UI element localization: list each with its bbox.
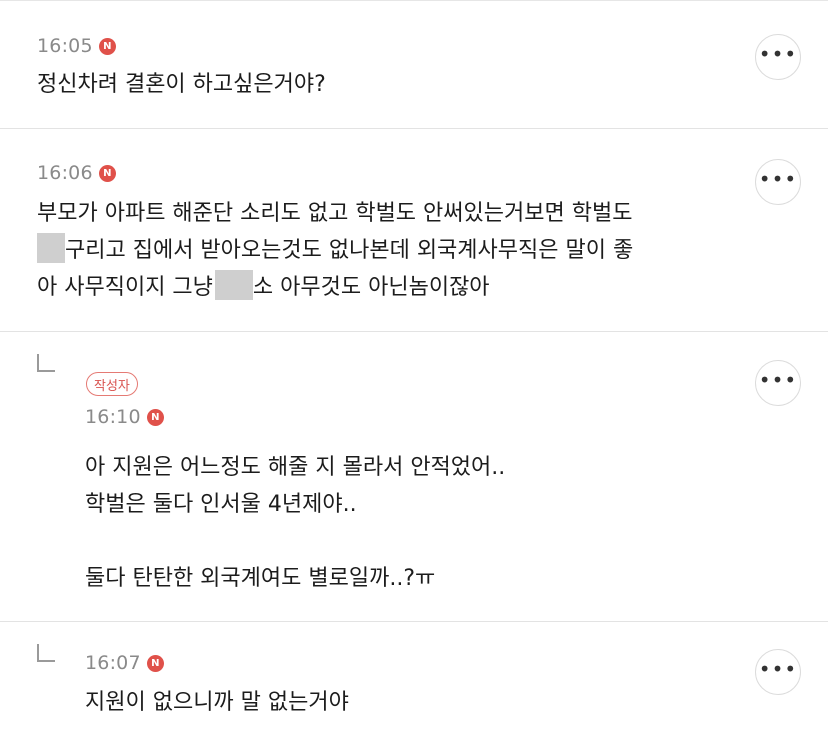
comment-line: 아 사무직이지 그냥 소 아무것도 아닌놈이잖아 [37, 269, 633, 306]
comment-body: 지원이 없으니까 말 없는거야 [85, 684, 349, 721]
comment-line: 둘다 탄탄한 외국계여도 별로일까..?ㅠ [85, 566, 436, 591]
more-options-button[interactable]: ••• [755, 649, 801, 695]
comment-time: 16:06 [37, 162, 93, 184]
reply-arrow-icon [37, 354, 55, 372]
more-dots-icon: ••• [758, 368, 798, 392]
author-badge: 작성자 [86, 372, 138, 396]
comment-line-text: 아 사무직이지 그냥 [37, 275, 213, 300]
comment-item: 16:05 N 정신차려 결혼이 하고싶은거야? ••• [0, 0, 828, 129]
comment-body: 부모가 아파트 해준단 소리도 없고 학벌도 안써있는거보면 학벌도 구리고 집… [37, 195, 633, 306]
more-options-button[interactable]: ••• [755, 34, 801, 80]
comment-line: 구리고 집에서 받아오는것도 없나본데 외국계사무직은 말이 좋 [37, 232, 633, 269]
more-dots-icon: ••• [758, 167, 798, 191]
comment-line: 정신차려 결혼이 하고싶은거야? [37, 72, 326, 97]
comment-meta: 16:10 N [85, 406, 164, 428]
comment-line-text: 소 아무것도 아닌놈이잖아 [252, 275, 490, 300]
more-dots-icon: ••• [758, 657, 798, 681]
more-options-button[interactable]: ••• [755, 159, 801, 205]
comment-meta: 16:07 N [85, 652, 164, 674]
comment-meta: 16:05 N [37, 35, 116, 57]
more-options-button[interactable]: ••• [755, 360, 801, 406]
comment-line: 부모가 아파트 해준단 소리도 없고 학벌도 안써있는거보면 학벌도 [37, 201, 633, 226]
comment-body: 정신차려 결혼이 하고싶은거야? [37, 66, 326, 103]
comment-time: 16:07 [85, 652, 141, 674]
comment-line [85, 523, 505, 560]
comment-line: 지원이 없으니까 말 없는거야 [85, 690, 349, 715]
comment-line-text: 구리고 집에서 받아오는것도 없나본데 외국계사무직은 말이 좋 [65, 238, 634, 263]
comment-body: 아 지원은 어느정도 해줄 지 몰라서 안적었어.. 학벌은 둘다 인서울 4년… [85, 449, 505, 597]
new-badge: N [98, 164, 116, 182]
comment-line: 학벌은 둘다 인서울 4년제야.. [85, 492, 357, 517]
new-badge: N [146, 408, 164, 426]
comment-time: 16:05 [37, 35, 93, 57]
new-badge: N [98, 37, 116, 55]
reply-arrow-icon [37, 644, 55, 662]
new-badge: N [146, 654, 164, 672]
comment-item: 16:06 N 부모가 아파트 해준단 소리도 없고 학벌도 안써있는거보면 학… [0, 129, 828, 332]
reply-item: 16:07 N 지원이 없으니까 말 없는거야 ••• [0, 622, 828, 750]
redacted-block [214, 270, 253, 300]
reply-item: 작성자 16:10 N 아 지원은 어느정도 해줄 지 몰라서 안적었어.. 학… [0, 332, 828, 622]
more-dots-icon: ••• [758, 42, 798, 66]
redacted-block [37, 233, 65, 263]
comment-meta: 16:06 N [37, 162, 116, 184]
comment-line: 아 지원은 어느정도 해줄 지 몰라서 안적었어.. [85, 455, 506, 480]
comment-time: 16:10 [85, 406, 141, 428]
